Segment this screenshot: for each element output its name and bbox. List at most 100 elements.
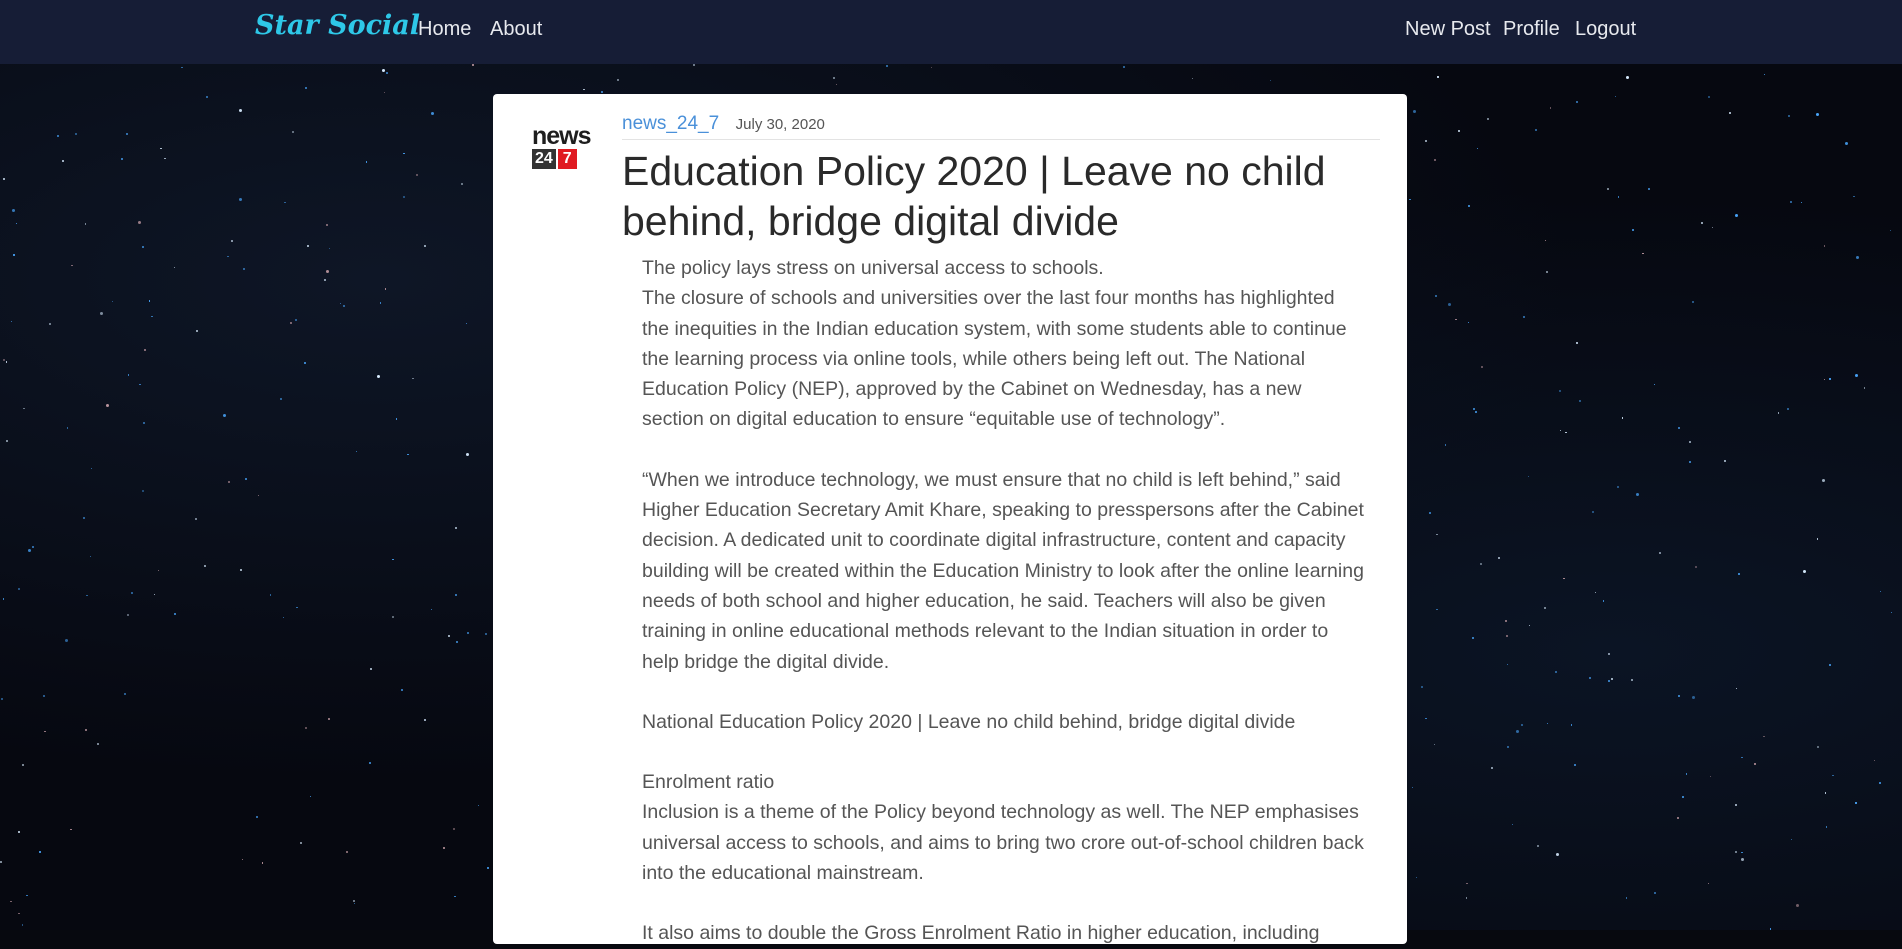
star-dot xyxy=(1711,226,1714,229)
star-dot xyxy=(143,422,146,425)
star-dot xyxy=(1816,745,1819,748)
star-dot xyxy=(127,374,130,376)
star-dot xyxy=(18,912,20,915)
star-dot xyxy=(472,64,474,66)
star-dot xyxy=(22,924,24,926)
star-dot xyxy=(1707,882,1710,884)
star-dot xyxy=(1741,852,1743,854)
star-dot xyxy=(1511,823,1513,826)
star-dot xyxy=(1122,65,1125,68)
star-dot xyxy=(1816,538,1818,540)
star-dot xyxy=(148,300,150,302)
star-dot xyxy=(164,157,166,159)
brand-logo-link[interactable]: Star Social xyxy=(255,10,420,41)
star-dot xyxy=(26,895,28,897)
star-dot xyxy=(1740,858,1744,862)
star-dot xyxy=(385,71,388,74)
star-dot xyxy=(111,300,113,303)
star-dot xyxy=(1653,383,1655,386)
star-dot xyxy=(454,895,456,898)
star-dot xyxy=(1658,551,1661,554)
star-dot xyxy=(1617,485,1620,488)
post-author-link[interactable]: news_24_7 xyxy=(622,113,719,134)
star-dot xyxy=(2,178,5,181)
star-dot xyxy=(365,161,368,163)
star-dot xyxy=(325,223,328,226)
star-dot xyxy=(42,695,45,698)
star-dot xyxy=(2,358,5,361)
star-dot xyxy=(1458,130,1460,132)
star-dot xyxy=(583,88,585,90)
star-dot xyxy=(339,302,342,304)
nav-about-link[interactable]: About xyxy=(490,18,542,41)
news-24-7-logo: news 24 7 xyxy=(532,124,592,169)
star-dot xyxy=(370,667,373,670)
star-dot xyxy=(1409,198,1411,201)
star-dot xyxy=(1535,129,1538,132)
star-dot xyxy=(1694,566,1697,569)
star-dot xyxy=(342,304,345,307)
star-dot xyxy=(1692,696,1696,700)
star-dot xyxy=(1435,295,1438,298)
star-dot xyxy=(1490,766,1493,769)
nav-new-post-link[interactable]: New Post xyxy=(1405,18,1491,41)
star-dot xyxy=(452,827,455,830)
nav-home-link[interactable]: Home xyxy=(418,18,471,41)
post-date: July 30, 2020 xyxy=(735,116,825,133)
star-dot xyxy=(1467,321,1470,323)
nav-profile-link[interactable]: Profile xyxy=(1503,18,1560,41)
star-dot xyxy=(403,196,405,199)
star-dot xyxy=(1855,802,1857,804)
star-dot xyxy=(1626,76,1630,80)
star-dot xyxy=(1545,240,1547,242)
star-dot xyxy=(1411,786,1413,788)
star-dot xyxy=(18,587,21,590)
star-dot xyxy=(1734,850,1737,853)
star-dot xyxy=(11,208,15,212)
star-dot xyxy=(1630,679,1633,682)
star-dot xyxy=(1853,196,1855,198)
star-dot xyxy=(280,397,283,400)
star-dot xyxy=(401,689,404,692)
star-dot xyxy=(1507,746,1509,748)
star-dot xyxy=(1436,608,1438,611)
star-dot xyxy=(23,407,25,410)
star-dot xyxy=(403,153,405,155)
star-dot xyxy=(423,718,426,721)
star-dot xyxy=(242,268,245,271)
post-paragraph: It also aims to double the Gross Enrolme… xyxy=(642,922,1320,945)
star-dot xyxy=(142,489,145,492)
star-dot xyxy=(454,594,457,597)
star-dot xyxy=(84,729,87,732)
star-dot xyxy=(1420,686,1423,689)
star-dot xyxy=(0,861,3,864)
star-dot xyxy=(1626,897,1628,899)
star-dot xyxy=(294,319,297,322)
star-dot xyxy=(1611,678,1614,681)
star-dot xyxy=(1777,412,1780,414)
star-dot xyxy=(105,404,109,408)
star-dot xyxy=(86,595,88,597)
star-dot xyxy=(1608,679,1611,682)
star-dot xyxy=(49,322,52,325)
star-dot xyxy=(1692,301,1694,303)
star-dot xyxy=(1437,76,1439,78)
star-dot xyxy=(355,450,358,453)
star-dot xyxy=(292,131,295,134)
star-dot xyxy=(3,598,5,600)
star-dot xyxy=(1801,201,1803,204)
star-dot xyxy=(1555,852,1559,856)
star-dot xyxy=(1570,724,1573,726)
star-dot xyxy=(1676,817,1679,820)
star-dot xyxy=(1576,342,1578,344)
star-dot xyxy=(1802,570,1806,574)
star-dot xyxy=(423,244,426,247)
star-dot xyxy=(6,440,9,443)
star-dot xyxy=(1608,652,1611,655)
star-dot xyxy=(1444,444,1447,446)
star-dot xyxy=(124,693,127,696)
star-dot xyxy=(395,418,398,420)
star-dot xyxy=(282,616,285,618)
nav-logout-link[interactable]: Logout xyxy=(1575,18,1636,41)
star-dot xyxy=(300,842,303,845)
